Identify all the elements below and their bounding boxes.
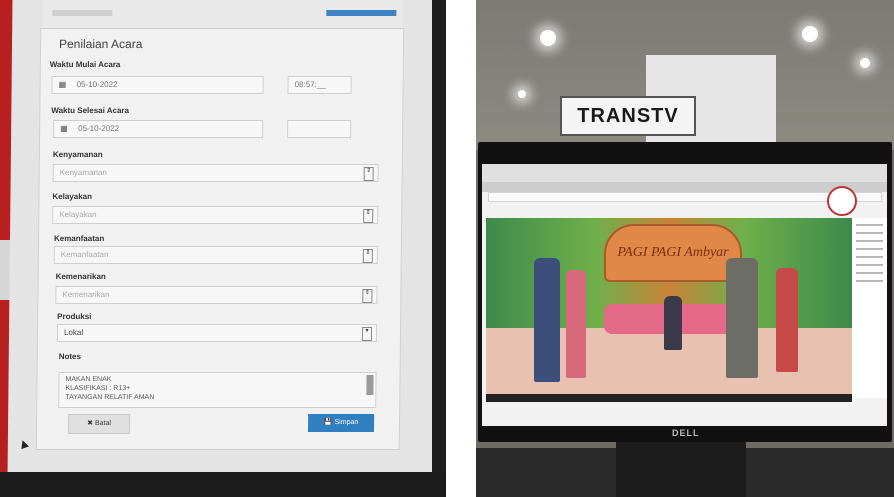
notes-line: TAYANGAN RELATIF AMAN — [65, 394, 155, 401]
tv-screen: PAGI PAGI Ambyar — [482, 164, 887, 426]
form-title: Penilaian Acara — [58, 37, 143, 51]
start-date-field[interactable]: ▦ 05-10-2022 — [51, 76, 264, 94]
start-date-value: 05-10-2022 — [76, 80, 118, 89]
ceiling-light — [540, 30, 556, 46]
cancel-button[interactable]: ✖ Batal — [67, 414, 131, 434]
monitor-photo: Penilaian Acara Waktu Mulai Acara ▦ 05-10… — [0, 0, 446, 497]
host-figure — [534, 258, 560, 382]
start-time-field[interactable]: 08:57:__ — [287, 76, 352, 94]
monitor-stand — [616, 442, 746, 497]
kenyamanan-placeholder: Kenyamanan — [59, 168, 107, 177]
dropdown-icon[interactable]: ▾ — [361, 327, 373, 341]
broadcast-video: PAGI PAGI Ambyar — [486, 218, 852, 394]
end-date-value: 05-10-2022 — [78, 124, 120, 133]
ceiling-light — [802, 26, 818, 42]
produksi-value: Lokal — [63, 328, 84, 337]
end-time-label: Waktu Selesai Acara — [51, 106, 130, 115]
notes-line: MAKAN ENAK — [65, 376, 112, 383]
studio-photo: TRANSTV PAGI PAGI Ambyar DELL — [476, 0, 894, 497]
notes-scrollbar[interactable] — [366, 375, 374, 395]
address-bar — [488, 192, 882, 202]
top-grey-button[interactable] — [52, 10, 113, 16]
produksi-select[interactable]: Lokal ▾ — [56, 324, 378, 342]
end-time-field[interactable] — [287, 120, 352, 138]
video-controls[interactable] — [486, 394, 852, 402]
spinner-icon[interactable]: ⇕ — [362, 289, 373, 303]
host-figure — [566, 270, 586, 378]
spinner-icon[interactable]: ⇕ — [362, 249, 373, 263]
start-time-value: 08:57:__ — [294, 80, 326, 89]
start-time-label: Waktu Mulai Acara — [49, 60, 121, 69]
ceiling-light — [518, 90, 526, 98]
show-banner: PAGI PAGI Ambyar — [604, 224, 742, 282]
top-blue-button[interactable] — [326, 10, 397, 16]
kemanfaatan-select[interactable]: Kemanfaatan ⇕ — [53, 246, 378, 264]
monitor-screen: Penilaian Acara Waktu Mulai Acara ▦ 05-10… — [7, 0, 439, 476]
produksi-label: Produksi — [57, 312, 92, 321]
kelayakan-placeholder: Kelayakan — [59, 210, 97, 219]
end-date-field[interactable]: ▦ 05-10-2022 — [53, 120, 264, 138]
top-panel — [42, 0, 403, 31]
browser-tabs — [482, 164, 887, 182]
kenyamanan-select[interactable]: Kenyamanan ⇕ — [52, 164, 379, 182]
spinner-icon[interactable]: ⇕ — [363, 167, 374, 181]
kemenarikan-placeholder: Kemenarikan — [62, 290, 110, 299]
notes-label: Notes — [58, 352, 82, 361]
photo-divider — [446, 0, 476, 497]
kemenarikan-label: Kemenarikan — [55, 272, 106, 281]
dell-logo: DELL — [672, 428, 700, 438]
kenyamanan-label: Kenyamanan — [52, 150, 103, 159]
kpi-logo-icon — [827, 186, 857, 216]
page-header — [482, 182, 887, 192]
monitor-bezel-bottom — [0, 472, 446, 497]
calendar-icon: ▦ — [60, 124, 68, 133]
kelayakan-select[interactable]: Kelayakan ⇕ — [52, 206, 379, 224]
tv-monitor: PAGI PAGI Ambyar — [478, 142, 892, 442]
host-figure — [726, 258, 758, 378]
monitor-bezel-right — [432, 0, 446, 497]
ceiling-light — [860, 58, 870, 68]
kemanfaatan-placeholder: Kemanfaatan — [60, 250, 109, 259]
mouse-cursor-icon — [18, 438, 29, 450]
spinner-icon[interactable]: ⇕ — [363, 209, 374, 223]
kemanfaatan-label: Kemanfaatan — [53, 234, 105, 243]
page-sidebar — [852, 218, 887, 398]
guest-figure — [664, 296, 682, 350]
kelayakan-label: Kelayakan — [52, 192, 93, 201]
transtv-sign: TRANSTV — [560, 96, 696, 136]
notes-line: KLASIFIKASI : R13+ — [65, 385, 131, 392]
notes-textarea[interactable]: MAKAN ENAK KLASIFIKASI : R13+ TAYANGAN R… — [58, 372, 377, 408]
kemenarikan-select[interactable]: Kemenarikan ⇕ — [55, 286, 378, 304]
save-button[interactable]: 💾 Simpan — [307, 414, 375, 432]
calendar-icon: ▦ — [58, 80, 67, 89]
host-figure — [776, 268, 798, 372]
